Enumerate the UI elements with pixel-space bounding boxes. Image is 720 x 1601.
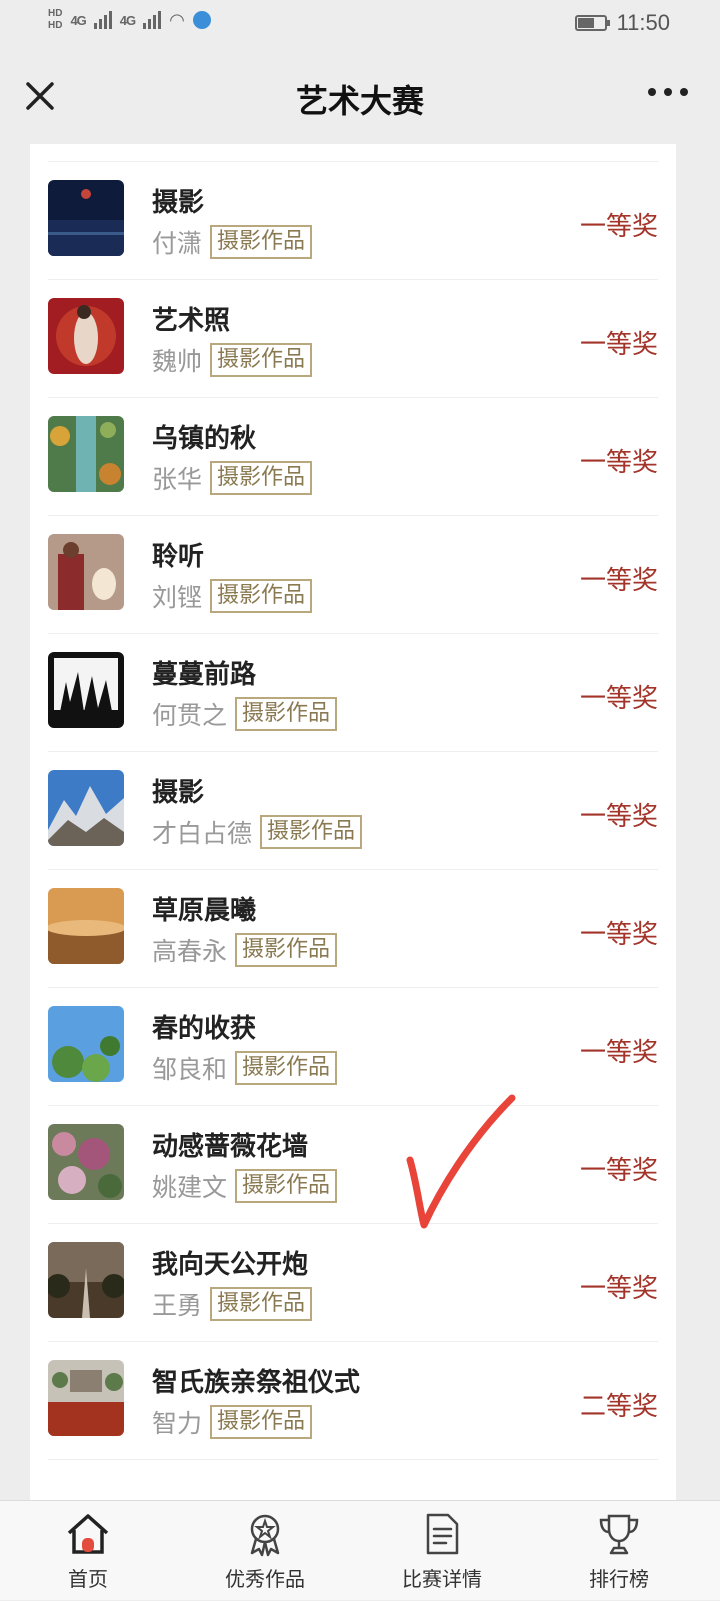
list-item[interactable]: 艺术照 魏帅 摄影作品 一等奖 bbox=[48, 279, 658, 399]
category-tag: 摄影作品 bbox=[210, 579, 313, 613]
list-divider bbox=[48, 1459, 658, 1500]
thumbnail-image bbox=[48, 652, 124, 728]
entry-title: 艺术照 bbox=[152, 306, 231, 336]
entry-author: 才白占德 bbox=[152, 819, 253, 848]
entry-author: 何贯之 bbox=[152, 701, 228, 730]
thumbnail-image bbox=[48, 888, 124, 964]
list-item[interactable]: 智氏族亲祭祖仪式 智力 摄影作品 二等奖 bbox=[48, 1341, 658, 1461]
tab-home[interactable]: 首页 bbox=[18, 1501, 158, 1601]
signal-icon bbox=[93, 11, 112, 29]
more-icon[interactable] bbox=[646, 70, 690, 119]
status-left: HD HD 4G 4G ◠ bbox=[48, 8, 211, 32]
tab-contest-details[interactable]: 比赛详情 bbox=[372, 1501, 512, 1601]
home-icon bbox=[67, 1514, 109, 1554]
entry-author: 刘铿 bbox=[152, 583, 203, 612]
entry-author: 高春永 bbox=[152, 937, 228, 966]
award-label: 一等奖 bbox=[579, 448, 658, 478]
medal-icon bbox=[250, 1514, 280, 1557]
tab-excellent-works[interactable]: 优秀作品 bbox=[195, 1501, 335, 1601]
entry-author: 邹良和 bbox=[152, 1055, 228, 1084]
signal-icon-2 bbox=[143, 11, 162, 29]
entry-author: 智力 bbox=[152, 1409, 203, 1438]
entry-title: 乌镇的秋 bbox=[152, 424, 257, 454]
entry-author: 王勇 bbox=[152, 1291, 203, 1320]
award-label: 一等奖 bbox=[579, 684, 658, 714]
thumbnail-image bbox=[48, 534, 124, 610]
entry-title: 蔓蔓前路 bbox=[152, 660, 257, 690]
award-label: 一等奖 bbox=[579, 1038, 658, 1068]
hd-indicator: HD HD bbox=[48, 8, 62, 32]
nav-bar: 艺术大赛 bbox=[0, 48, 720, 144]
category-tag: 摄影作品 bbox=[235, 933, 338, 967]
category-tag: 摄影作品 bbox=[210, 1287, 313, 1321]
tab-label: 排行榜 bbox=[589, 1567, 649, 1591]
category-tag: 摄影作品 bbox=[210, 343, 313, 377]
award-label: 一等奖 bbox=[579, 802, 658, 832]
hd-top: HD bbox=[48, 8, 63, 19]
award-label: 二等奖 bbox=[579, 1392, 658, 1422]
entry-author: 魏帅 bbox=[152, 347, 203, 376]
thumbnail-image bbox=[48, 770, 124, 846]
tab-label: 首页 bbox=[68, 1567, 108, 1591]
category-tag: 摄影作品 bbox=[235, 697, 338, 731]
document-icon bbox=[426, 1513, 459, 1555]
tab-label: 优秀作品 bbox=[225, 1567, 305, 1591]
trophy-icon bbox=[599, 1514, 639, 1555]
network-type-2: 4G bbox=[119, 12, 136, 28]
entry-title: 摄影 bbox=[152, 188, 205, 218]
hd-bottom: HD bbox=[48, 20, 63, 31]
award-label: 一等奖 bbox=[579, 330, 658, 360]
category-tag: 摄影作品 bbox=[235, 1169, 338, 1203]
tab-label: 比赛详情 bbox=[402, 1567, 482, 1591]
category-tag: 摄影作品 bbox=[210, 461, 313, 495]
list-item[interactable]: 春的收获 邹良和 摄影作品 一等奖 bbox=[48, 987, 658, 1107]
entry-title: 我向天公开炮 bbox=[152, 1250, 309, 1280]
thumbnail-image bbox=[48, 416, 124, 492]
tab-ranking[interactable]: 排行榜 bbox=[549, 1501, 689, 1601]
status-time: 11:50 bbox=[616, 10, 670, 35]
list-item[interactable]: 动感蔷薇花墙 姚建文 摄影作品 一等奖 bbox=[48, 1105, 658, 1225]
list-item[interactable]: 聆听 刘铿 摄影作品 一等奖 bbox=[48, 515, 658, 635]
award-label: 一等奖 bbox=[579, 920, 658, 950]
entry-title: 春的收获 bbox=[152, 1014, 257, 1044]
entry-author: 张华 bbox=[152, 465, 203, 494]
category-tag: 摄影作品 bbox=[210, 1405, 313, 1439]
award-label: 一等奖 bbox=[579, 212, 658, 242]
thumbnail-image bbox=[48, 1006, 124, 1082]
entry-author: 付潇 bbox=[152, 229, 203, 258]
award-label: 一等奖 bbox=[579, 566, 658, 596]
list-item[interactable]: 我向天公开炮 王勇 摄影作品 一等奖 bbox=[48, 1223, 658, 1343]
status-bar: HD HD 4G 4G ◠ 11:50 bbox=[0, 0, 720, 48]
award-list: 摄影 付潇 摄影作品 一等奖 艺术照 魏帅 摄影作品 一等奖 乌镇的秋 张华 摄影作品… bbox=[30, 144, 676, 1500]
browser-icon bbox=[192, 11, 211, 29]
entry-title: 智氏族亲祭祖仪式 bbox=[152, 1368, 361, 1398]
list-item[interactable]: 摄影 付潇 摄影作品 一等奖 bbox=[48, 161, 658, 281]
entry-author: 姚建文 bbox=[152, 1173, 228, 1202]
list-item[interactable]: 蔓蔓前路 何贯之 摄影作品 一等奖 bbox=[48, 633, 658, 753]
award-label: 一等奖 bbox=[579, 1274, 658, 1304]
thumbnail-image bbox=[48, 180, 124, 256]
category-tag: 摄影作品 bbox=[210, 225, 313, 259]
category-tag: 摄影作品 bbox=[260, 815, 363, 849]
network-type-1: 4G bbox=[70, 12, 86, 28]
award-label: 一等奖 bbox=[579, 1156, 658, 1186]
thumbnail-image bbox=[48, 1124, 124, 1200]
entry-title: 聆听 bbox=[152, 542, 205, 572]
wifi-icon: ◠ bbox=[169, 9, 185, 30]
bottom-tab-bar: 首页 优秀作品 比赛详情 排行榜 bbox=[0, 1500, 720, 1600]
battery-icon bbox=[574, 15, 610, 31]
entry-title: 动感蔷薇花墙 bbox=[152, 1132, 309, 1162]
entry-title: 摄影 bbox=[152, 778, 205, 808]
list-item[interactable]: 摄影 才白占德 摄影作品 一等奖 bbox=[48, 751, 658, 871]
thumbnail-image bbox=[48, 1242, 124, 1318]
thumbnail-image bbox=[48, 298, 124, 374]
category-tag: 摄影作品 bbox=[235, 1051, 338, 1085]
list-item[interactable]: 草原晨曦 高春永 摄影作品 一等奖 bbox=[48, 869, 658, 989]
page-title: 艺术大赛 bbox=[295, 82, 424, 120]
status-right: 11:50 bbox=[574, 10, 670, 36]
list-item[interactable]: 乌镇的秋 张华 摄影作品 一等奖 bbox=[48, 397, 658, 517]
entry-title: 草原晨曦 bbox=[152, 896, 257, 926]
thumbnail-image bbox=[48, 1360, 124, 1436]
